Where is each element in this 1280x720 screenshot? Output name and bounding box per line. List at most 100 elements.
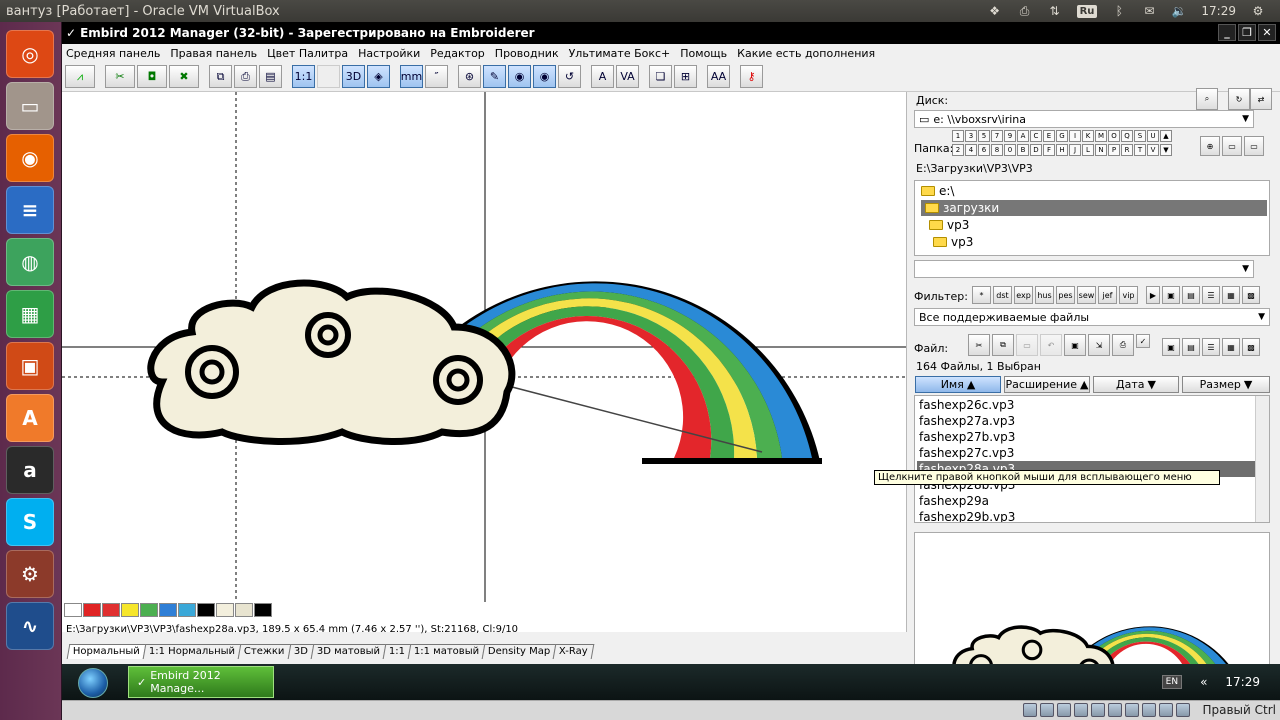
folder-icon[interactable]: ▭ [1244,136,1264,156]
folder-key-button[interactable]: 4 [965,144,977,156]
palette-swatch[interactable] [197,603,215,617]
folder-key-button[interactable]: R [1121,144,1133,156]
file-row[interactable]: fashexp27c.vp3 [917,445,1255,461]
folder-key-button[interactable]: B [1017,144,1029,156]
sort-extension-button[interactable]: Расширение ▲ [1004,376,1090,393]
sort-name-button[interactable]: Имя ▲ [915,376,1001,393]
tree-node[interactable]: загрузки [921,200,1267,216]
menu-item[interactable]: Какие есть дополнения [737,47,875,60]
key-icon[interactable]: ⚷ [740,65,763,88]
mail-icon[interactable]: ✉ [1141,4,1157,18]
palette-swatch[interactable] [216,603,234,617]
filter-select[interactable]: Все поддерживаемые файлы ▼ [914,308,1270,326]
folder-key-button[interactable]: L [1082,144,1094,156]
file-row[interactable]: fashexp26c.vp3 [917,397,1255,413]
undo-icon[interactable]: ↶ [1040,334,1062,356]
chevron-up-icon[interactable]: ▲ [1160,130,1172,142]
keyboard-layout-indicator[interactable]: Ru [1076,4,1098,18]
bluetooth-icon[interactable]: ᛒ [1111,4,1127,18]
lock-icon[interactable]: ▣ [1162,338,1180,356]
dropbox-icon[interactable]: ❖ [987,4,1003,18]
hdd-icon[interactable] [1023,703,1037,717]
folder-key-button[interactable]: 5 [978,130,990,142]
edit-tool-button[interactable]: ✂ [105,65,135,88]
zoom-icon[interactable]: ⌕ [1196,88,1218,110]
close-button[interactable]: ✕ [1258,24,1276,41]
grid-view-icon[interactable]: ▦ [1222,338,1240,356]
palette-swatch[interactable] [159,603,177,617]
disk-select[interactable]: ▭ e: \\vboxsrv\irina ▼ [914,110,1254,128]
host-clock[interactable]: 17:29 [1201,4,1236,18]
filter-button[interactable]: * [972,286,991,304]
palette-swatch[interactable] [254,603,272,617]
palette-swatch[interactable] [64,603,82,617]
launcher-settings-icon[interactable]: ⚙ [6,550,54,598]
start-button[interactable] [78,668,108,698]
tray-expand-chevron[interactable]: « [1200,675,1207,689]
folder-key-button[interactable]: K [1082,130,1094,142]
three-d-matte-button[interactable]: ◈ [367,65,390,88]
printer-icon[interactable]: ⎙ [1017,4,1033,18]
network-icon[interactable]: ⇅ [1047,4,1063,18]
folder-key-button[interactable]: N [1095,144,1107,156]
launcher-calc-icon[interactable]: ▦ [6,290,54,338]
text-va-button[interactable]: VA [616,65,639,88]
blank-tool-button[interactable] [317,65,340,88]
launcher-impress-icon[interactable]: ▣ [6,342,54,390]
new-folder-icon[interactable]: ⊕ [1200,136,1220,156]
display-icon[interactable] [1125,703,1139,717]
launcher-software-center-icon[interactable]: A [6,394,54,442]
folder-key-button[interactable]: M [1095,130,1107,142]
print-preview-button[interactable]: ▤ [259,65,282,88]
three-d-button[interactable]: 3D [342,65,365,88]
launcher-firefox-icon[interactable]: ◉ [6,134,54,182]
swap-icon[interactable]: ⇄ [1250,88,1272,110]
view-eye-2-button[interactable]: ◉ [533,65,556,88]
palette-swatch[interactable] [121,603,139,617]
folder-key-button[interactable]: I [1069,130,1081,142]
folder-key-button[interactable]: P [1108,144,1120,156]
folder-key-button[interactable]: 1 [952,130,964,142]
hoop-button[interactable]: ⊛ [458,65,481,88]
cut-icon[interactable]: ✂ [968,334,990,356]
usb-icon[interactable] [1091,703,1105,717]
palette-swatch[interactable] [178,603,196,617]
menu-item[interactable]: Ультимате Бокс+ [569,47,671,60]
tree-node[interactable]: e:\ [917,183,958,199]
paste-icon[interactable]: ▭ [1016,334,1038,356]
menu-item[interactable]: Настройки [358,47,420,60]
copy-icon[interactable]: ⧉ [992,334,1014,356]
file-list-scrollbar[interactable] [1255,396,1269,522]
lock-icon[interactable]: ▣ [1162,286,1180,304]
gear-icon[interactable]: ⚙ [1250,4,1266,18]
filter-button[interactable]: dst [993,286,1012,304]
taskbar-item-embird[interactable]: ✓ Embird 2012 Manage... [128,666,274,698]
design-canvas[interactable] [62,92,907,632]
launcher-writer-icon[interactable]: ≡ [6,186,54,234]
file-row[interactable]: fashexp27a.vp3 [917,413,1255,429]
stitch-view-button[interactable]: ⩘ [65,65,95,88]
sort-size-button[interactable]: Размер ▼ [1182,376,1270,393]
print-icon[interactable]: ⎙ [1112,334,1134,356]
thread-button[interactable]: ↺ [558,65,581,88]
launcher-ubuntu-dash-icon[interactable]: ◎ [6,30,54,78]
launcher-skype-icon[interactable]: S [6,498,54,546]
view-tab[interactable]: 1:1 Нормальный [142,644,242,659]
view-tab[interactable]: Стежки [237,644,291,659]
launcher-amazon-icon[interactable]: a [6,446,54,494]
folder-key-button[interactable]: V [1147,144,1159,156]
one-to-one-button[interactable]: 1:1 [292,65,315,88]
folder-key-button[interactable]: U [1147,130,1159,142]
palette-swatch[interactable] [83,603,101,617]
needle-view-button[interactable]: ✎ [483,65,506,88]
export-icon[interactable]: ⇲ [1088,334,1110,356]
chevron-down-icon[interactable]: ▼ [1160,144,1172,156]
folder-view-icon[interactable]: ▤ [1182,286,1200,304]
palette-swatch[interactable] [140,603,158,617]
optical-drive-icon[interactable] [1040,703,1054,717]
maximize-button[interactable]: ❐ [1238,24,1256,41]
filter-button[interactable]: sew [1077,286,1096,304]
folder-key-button[interactable]: E [1043,130,1055,142]
mouse-integration-icon[interactable] [1159,703,1173,717]
launcher-system-monitor-icon[interactable]: ∿ [6,602,54,650]
